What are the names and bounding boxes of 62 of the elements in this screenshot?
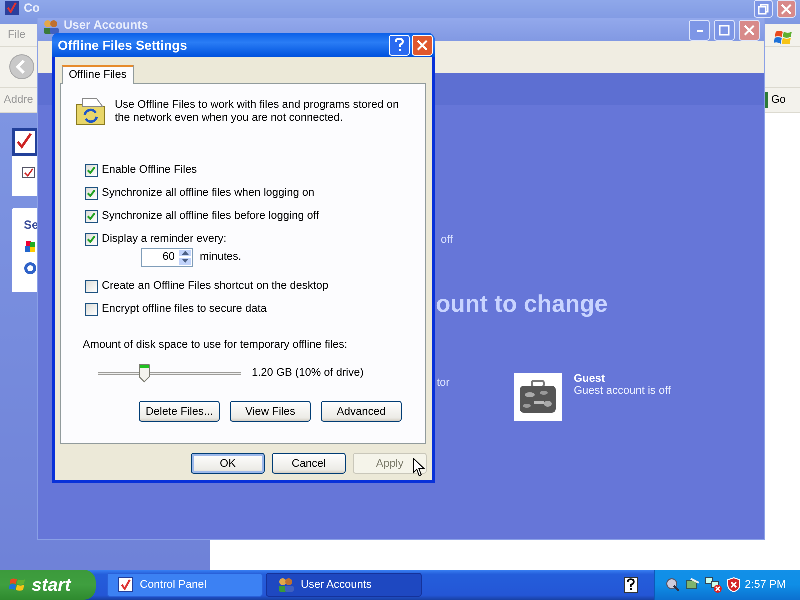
page-heading: ount to change xyxy=(436,291,608,319)
close-icon xyxy=(781,4,792,14)
users-icon xyxy=(42,19,60,35)
disk-space-reading: 1.20 GB (10% of drive) xyxy=(252,367,364,379)
account-type: tor xyxy=(437,377,450,389)
dialog-button[interactable]: OK xyxy=(191,453,265,474)
control-panel-icon xyxy=(22,166,36,180)
minimize-icon xyxy=(696,30,702,32)
action-button[interactable]: Delete Files... xyxy=(139,401,220,422)
control-panel-icon xyxy=(4,0,20,16)
checkbox[interactable] xyxy=(85,302,98,316)
checkbox-label: Enable Offline Files xyxy=(102,164,198,176)
dialog-title: Offline Files Settings xyxy=(57,38,188,52)
unit-label: minutes. xyxy=(200,251,242,263)
network-error-icon[interactable] xyxy=(705,577,723,593)
clock: 2:57 PM xyxy=(745,579,786,591)
checkbox[interactable] xyxy=(85,210,98,222)
users-icon xyxy=(277,577,295,593)
maximize-icon xyxy=(719,25,730,36)
taskbar-button[interactable]: Control Panel xyxy=(107,573,263,597)
slider-thumb[interactable] xyxy=(139,364,150,382)
close-icon xyxy=(744,25,755,36)
tab[interactable]: Offline Files xyxy=(62,65,134,84)
close-icon xyxy=(417,40,428,50)
checkbox-label: Encrypt offline files to secure data xyxy=(102,303,267,315)
help-button[interactable] xyxy=(389,34,410,56)
security-shield-icon[interactable] xyxy=(727,577,741,593)
offline-folder-icon xyxy=(75,97,107,127)
action-button[interactable]: Advanced xyxy=(321,401,402,422)
checkbox[interactable] xyxy=(85,232,98,246)
checkbox-label: Display a reminder every: xyxy=(102,233,227,245)
restore-button[interactable] xyxy=(754,0,773,18)
checkbox-label: Synchronize all offline files before logging off xyxy=(102,210,320,222)
checkbox[interactable] xyxy=(85,186,98,200)
question-mark-icon xyxy=(394,38,405,52)
maximize-button[interactable] xyxy=(714,20,735,41)
cursor-icon xyxy=(413,458,425,477)
control-panel-icon xyxy=(118,577,134,593)
go-button[interactable]: Go xyxy=(771,94,786,106)
account-status: off xyxy=(441,234,454,246)
close-button[interactable] xyxy=(777,0,796,18)
account-status: Guest account is off xyxy=(574,385,672,397)
windows-logo-icon xyxy=(9,576,27,594)
window-title: Co xyxy=(24,2,40,15)
dialog-button[interactable]: Cancel xyxy=(272,453,346,474)
restore-icon xyxy=(758,4,769,14)
account-name: Guest xyxy=(574,373,606,385)
windows-flag-icon xyxy=(24,240,36,254)
disk-space-label: Amount of disk space to use for temporary offline files: xyxy=(83,339,349,351)
address-label: Addre xyxy=(4,94,34,106)
checkbox[interactable] xyxy=(85,280,98,292)
minimize-button[interactable] xyxy=(689,20,710,41)
description: Use Offline Files to work with files and programs stored on the network even when you are not connected. xyxy=(115,99,400,125)
window-title: User Accounts xyxy=(64,19,148,32)
start-label: start xyxy=(32,574,72,596)
magnifier-icon[interactable] xyxy=(665,577,681,593)
close-button[interactable] xyxy=(739,20,760,41)
taskbar-button[interactable]: User Accounts xyxy=(266,573,422,597)
checkbox[interactable] xyxy=(85,164,98,176)
action-button[interactable]: View Files xyxy=(230,401,311,422)
checkbox-label: Synchronize all offline files when logging on xyxy=(102,187,315,199)
checkbox-label: Create an Offline Files shortcut on the desktop xyxy=(102,280,329,292)
